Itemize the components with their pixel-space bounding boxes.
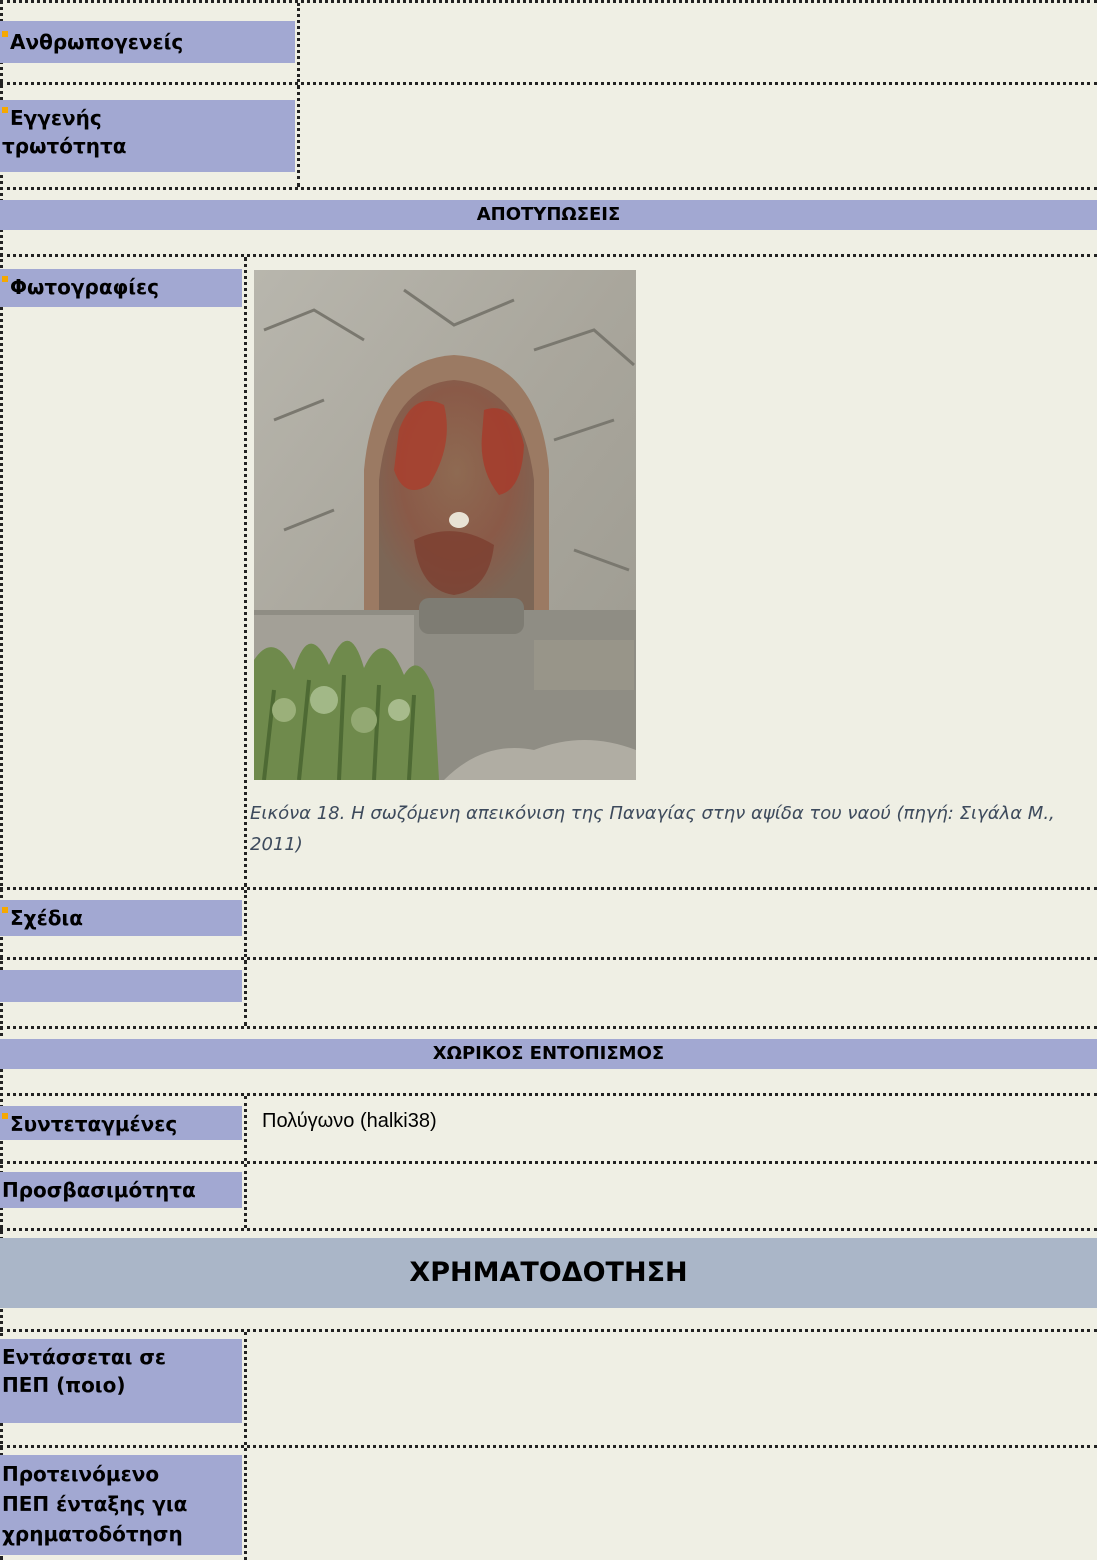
bullet-icon [2, 907, 8, 913]
section-spatial-row: ΧΩΡΙΚΟΣ ΕΝΤΟΠΙΣΜΟΣ [0, 1029, 1097, 1096]
label-pep: Εντάσσεται σε ΠΕΠ (ποιο) [0, 1339, 242, 1423]
label-proposed-pep: Προτεινόμενο ΠΕΠ ένταξης για χρηματοδότηση [0, 1455, 242, 1555]
bullet-icon [2, 1113, 8, 1119]
column-divider [244, 1096, 247, 1161]
coordinates-value: Πολύγωνο (halki38) [262, 1110, 437, 1132]
label-accessibility: Προσβασιμότητα [0, 1172, 242, 1208]
row-coordinates: Συντεταγμένες Πολύγωνο (halki38) [0, 1096, 1097, 1164]
section-spatial: ΧΩΡΙΚΟΣ ΕΝΤΟΠΙΣΜΟΣ [0, 1039, 1097, 1069]
column-divider [244, 890, 247, 957]
row-pep: Εντάσσεται σε ΠΕΠ (ποιο) [0, 1332, 1097, 1448]
bullet-icon [2, 107, 8, 113]
label-anthropogenic: Ανθρωπογενείς [0, 21, 295, 63]
column-divider [244, 1164, 247, 1228]
row-native-vulnerability: Εγγενής τρωτότητα [0, 85, 1097, 190]
photo-caption: Εικόνα 18. Η σωζόμενη απεικόνιση της Παν… [250, 803, 1055, 855]
document-page: Ανθρωπογενείς Εγγενής τρωτότητα ΑΠΟΤΥΠΩΣΕ… [0, 0, 1097, 1560]
church-apse-photo [254, 270, 636, 780]
row-anthropogenic: Ανθρωπογενείς [0, 3, 1097, 85]
bullet-icon [2, 31, 8, 37]
row-empty [0, 960, 1097, 1029]
section-funding-row: ΧΡΗΜΑΤΟΔΟΤΗΣΗ [0, 1231, 1097, 1332]
column-divider [297, 85, 300, 187]
label-empty [0, 970, 242, 1002]
column-divider [244, 257, 247, 887]
row-drawings: Σχέδια [0, 890, 1097, 960]
bullet-icon [2, 276, 8, 282]
section-funding: ΧΡΗΜΑΤΟΔΟΤΗΣΗ [0, 1238, 1097, 1308]
column-divider [244, 1332, 247, 1445]
column-divider [244, 1448, 247, 1560]
section-imprints: ΑΠΟΤΥΠΩΣΕΙΣ [0, 200, 1097, 230]
row-proposed-pep: Προτεινόμενο ΠΕΠ ένταξης για χρηματοδότηση [0, 1448, 1097, 1560]
label-drawings: Σχέδια [0, 900, 242, 936]
label-native-vulnerability: Εγγενής τρωτότητα [0, 100, 295, 172]
row-accessibility: Προσβασιμότητα [0, 1164, 1097, 1231]
column-divider [297, 3, 300, 82]
label-photos: Φωτογραφίες [0, 269, 242, 307]
section-imprints-row: ΑΠΟΤΥΠΩΣΕΙΣ [0, 190, 1097, 257]
row-photos: Φωτογραφίες Εικόνα 18. Η σωζόμενη απεικό… [0, 257, 1097, 890]
column-divider [244, 960, 247, 1026]
label-coordinates: Συντεταγμένες [0, 1106, 242, 1140]
